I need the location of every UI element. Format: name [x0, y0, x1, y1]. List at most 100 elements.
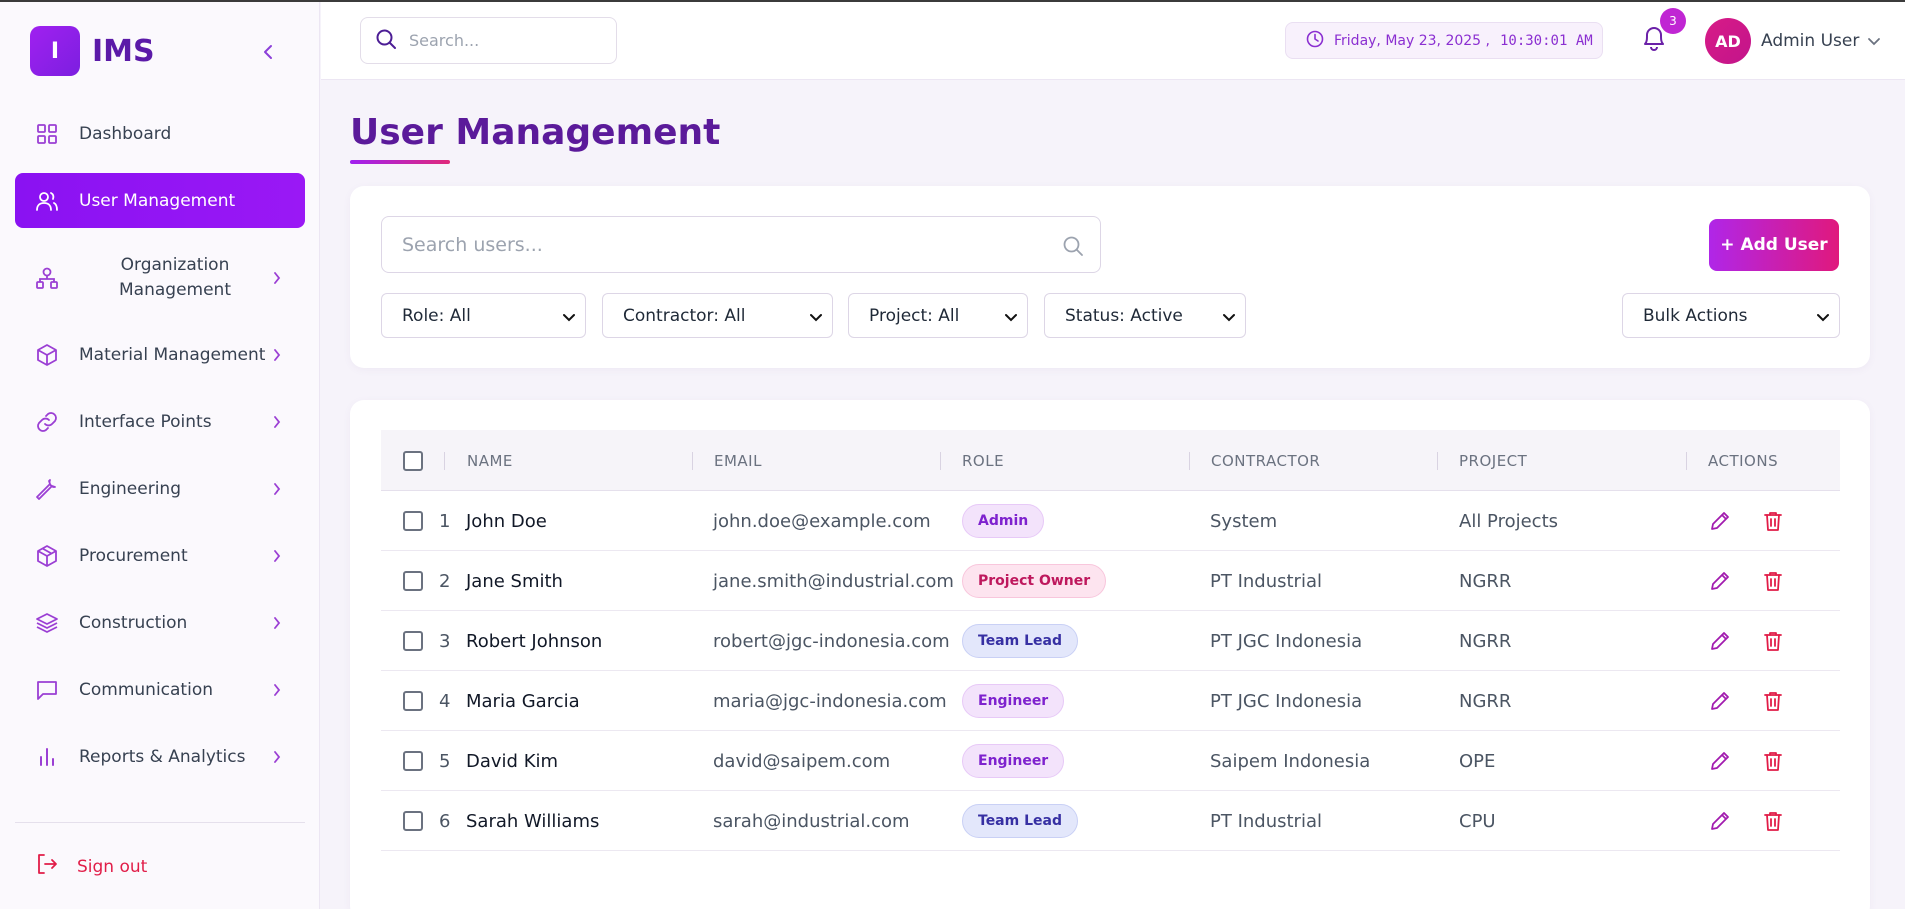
contractor-filter-value: Contractor: All: [623, 305, 746, 326]
sidebar-item-procurement[interactable]: Procurement: [15, 528, 305, 583]
trash-icon: [1764, 512, 1782, 531]
sidebar-item-label: Organization Management: [119, 254, 231, 300]
trash-icon: [1764, 692, 1782, 711]
delete-button[interactable]: [1761, 809, 1785, 833]
sidebar-item-engineering[interactable]: Engineering: [15, 461, 305, 516]
edit-button[interactable]: [1708, 569, 1732, 593]
edit-button[interactable]: [1708, 509, 1732, 533]
edit-button[interactable]: [1708, 629, 1732, 653]
sidebar-item-user-management[interactable]: User Management: [15, 173, 305, 228]
select-all-checkbox[interactable]: [403, 450, 423, 471]
table-row[interactable]: 2 Jane Smith jane.smith@industrial.com P…: [381, 551, 1840, 611]
table-row[interactable]: 6 Sarah Williams sarah@industrial.com Te…: [381, 791, 1840, 851]
header-divider: [1686, 452, 1687, 470]
grid-icon: [35, 122, 59, 146]
trash-icon: [1764, 572, 1782, 591]
wrench-icon: [35, 477, 59, 501]
delete-button[interactable]: [1761, 629, 1785, 653]
global-search[interactable]: [360, 17, 617, 64]
pencil-icon: [1711, 752, 1729, 770]
header-divider: [940, 452, 941, 470]
role-filter-select[interactable]: Role: All: [381, 293, 586, 338]
layers-icon: [35, 611, 59, 635]
user-name-cell: John Doe: [466, 510, 547, 532]
delete-button[interactable]: [1761, 509, 1785, 533]
edit-button[interactable]: [1708, 749, 1732, 773]
user-email-cell: robert@jgc-indonesia.com: [713, 630, 950, 652]
header-name[interactable]: NAME: [467, 430, 513, 491]
table-row[interactable]: 5 David Kim david@saipem.com Engineer Sa…: [381, 731, 1840, 791]
user-search[interactable]: [381, 216, 1101, 273]
table-row[interactable]: 1 John Doe john.doe@example.com Admin Sy…: [381, 491, 1840, 551]
status-filter-select[interactable]: Status: Active: [1044, 293, 1246, 338]
edit-button[interactable]: [1708, 809, 1732, 833]
project-cell: NGRR: [1459, 630, 1512, 652]
header-divider: [692, 452, 693, 470]
edit-button[interactable]: [1708, 689, 1732, 713]
sidebar-item-reports-analytics[interactable]: Reports & Analytics: [15, 729, 305, 784]
table-row[interactable]: 4 Maria Garcia maria@jgc-indonesia.com E…: [381, 671, 1840, 731]
box-icon: [35, 343, 59, 367]
row-checkbox[interactable]: [403, 691, 423, 711]
table-row[interactable]: 3 Robert Johnson robert@jgc-indonesia.co…: [381, 611, 1840, 671]
user-email-cell: maria@jgc-indonesia.com: [713, 690, 947, 712]
delete-button[interactable]: [1761, 749, 1785, 773]
sidebar-item-label: Material Management: [79, 344, 266, 365]
sidebar-item-interface-points[interactable]: Interface Points: [15, 394, 305, 449]
row-checkbox[interactable]: [403, 751, 423, 771]
row-checkbox[interactable]: [403, 631, 423, 651]
chevron-right-icon: [271, 683, 283, 696]
delete-button[interactable]: [1761, 569, 1785, 593]
logo-badge: I: [30, 26, 80, 76]
header-divider: [1189, 452, 1190, 470]
project-filter-select[interactable]: Project: All: [848, 293, 1028, 338]
header-project[interactable]: PROJECT: [1459, 430, 1527, 491]
chevron-right-icon: [271, 750, 283, 763]
header-role[interactable]: ROLE: [962, 430, 1004, 491]
user-search-input[interactable]: [402, 233, 1052, 256]
role-badge: Project Owner: [962, 564, 1107, 598]
user-name-cell: Sarah Williams: [466, 810, 600, 832]
header-contractor[interactable]: CONTRACTOR: [1211, 430, 1320, 491]
role-badge: Engineer: [962, 744, 1065, 778]
chevron-down-icon: [1817, 308, 1829, 328]
user-email-cell: david@saipem.com: [713, 750, 891, 772]
sidebar-item-label: Reports & Analytics: [79, 746, 246, 767]
add-user-button[interactable]: + Add User: [1709, 219, 1839, 271]
clock-icon: [1306, 30, 1324, 52]
trash-icon: [1764, 812, 1782, 831]
sign-out-button[interactable]: Sign out: [35, 852, 147, 881]
app-name: IMS: [92, 33, 155, 69]
sidebar-item-material-management[interactable]: Material Management: [15, 327, 305, 382]
row-number: 4: [439, 690, 451, 712]
sidebar: I IMS Dashboard User Management Organiza…: [0, 0, 320, 909]
project-cell: All Projects: [1459, 510, 1558, 532]
header-email[interactable]: EMAIL: [714, 430, 762, 491]
project-cell: NGRR: [1459, 570, 1512, 592]
sidebar-item-label: Communication: [79, 679, 213, 700]
row-checkbox[interactable]: [403, 571, 423, 591]
sidebar-item-construction[interactable]: Construction: [15, 595, 305, 650]
row-checkbox[interactable]: [403, 511, 423, 531]
logo[interactable]: I IMS: [30, 26, 155, 76]
link-icon: [35, 410, 59, 434]
row-checkbox[interactable]: [403, 811, 423, 831]
sidebar-item-organization-management[interactable]: Organization Management: [15, 240, 305, 315]
collapse-sidebar-button[interactable]: [258, 40, 278, 64]
trash-icon: [1764, 632, 1782, 651]
global-search-input[interactable]: [409, 31, 599, 50]
logout-icon: [35, 852, 59, 881]
header-actions: ACTIONS: [1708, 451, 1779, 470]
chevron-right-icon: [271, 616, 283, 629]
select-all-cell: [403, 430, 423, 491]
sidebar-divider: [15, 822, 305, 823]
sidebar-item-dashboard[interactable]: Dashboard: [15, 106, 305, 161]
user-email-cell: john.doe@example.com: [713, 510, 931, 532]
contractor-filter-select[interactable]: Contractor: All: [602, 293, 833, 338]
notification-count-badge: 3: [1660, 8, 1686, 34]
sidebar-item-communication[interactable]: Communication: [15, 662, 305, 717]
delete-button[interactable]: [1761, 689, 1785, 713]
trash-icon: [1764, 752, 1782, 771]
user-menu[interactable]: AD Admin User: [1705, 18, 1881, 64]
bulk-actions-select[interactable]: Bulk Actions: [1622, 293, 1840, 338]
